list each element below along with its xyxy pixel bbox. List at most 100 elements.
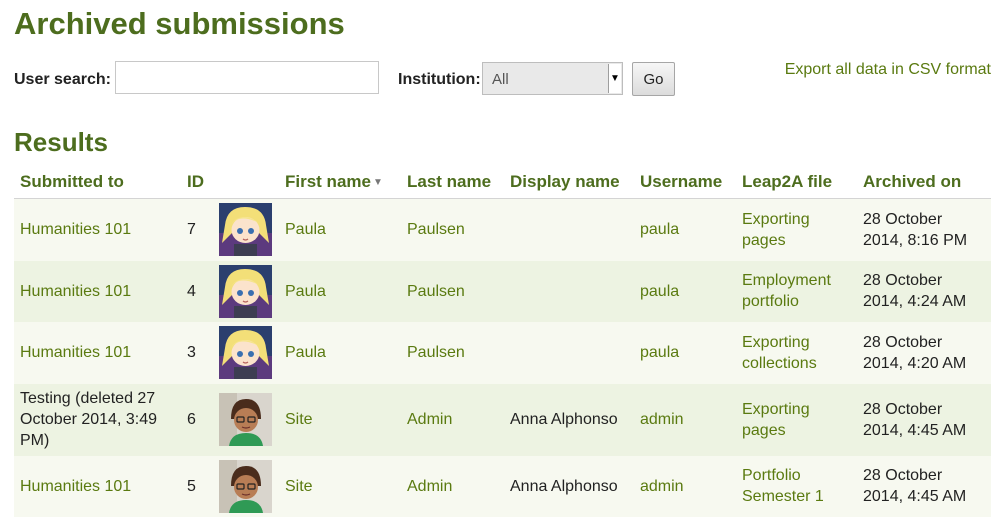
submitted-to-link[interactable]: Humanities 101 <box>20 478 131 495</box>
last-name-link[interactable]: Paulsen <box>407 221 465 238</box>
avatar-paula-icon <box>219 326 272 379</box>
cell-avatar <box>213 321 279 384</box>
col-first-name[interactable]: First name ▼ <box>279 164 401 199</box>
col-display-name[interactable]: Display name <box>504 164 634 199</box>
sort-down-icon: ▼ <box>372 176 383 188</box>
avatar-admin-icon <box>219 459 272 513</box>
last-name-link[interactable]: Admin <box>407 478 452 495</box>
cell-archived-on: 28 October 2014, 8:16 PM <box>857 198 991 261</box>
cell-username: admin <box>634 455 736 517</box>
col-first-name-label: First name <box>285 171 371 191</box>
cell-username: paula <box>634 260 736 322</box>
cell-first-name: Paula <box>279 198 401 261</box>
cell-username: paula <box>634 321 736 384</box>
user-search-label: User search: <box>14 71 111 88</box>
cell-leap2a-file: Employment portfolio <box>736 260 857 322</box>
cell-display-name <box>504 260 634 322</box>
user-search-input[interactable] <box>115 61 379 94</box>
cell-id: 5 <box>181 455 213 517</box>
submitted-to-link[interactable]: Humanities 101 <box>20 344 131 361</box>
leap2a-file-link[interactable]: Employment portfolio <box>742 272 831 310</box>
submitted-to-text: Testing (deleted 27 October 2014, 3:49 P… <box>20 390 157 449</box>
cell-submitted-to: Humanities 101 <box>14 455 181 517</box>
cell-display-name: Anna Alphonso <box>504 383 634 456</box>
submitted-to-link[interactable]: Humanities 101 <box>20 283 131 300</box>
page-title: Archived submissions <box>14 6 345 41</box>
institution-select-value: All <box>492 71 509 88</box>
leap2a-file-link[interactable]: Exporting pages <box>742 211 810 249</box>
cell-archived-on: 28 October 2014, 4:24 AM <box>857 260 991 322</box>
cell-id: 7 <box>181 198 213 261</box>
last-name-link[interactable]: Paulsen <box>407 344 465 361</box>
cell-display-name <box>504 198 634 261</box>
cell-leap2a-file: Exporting pages <box>736 383 857 456</box>
col-username[interactable]: Username <box>634 164 736 199</box>
results-title: Results <box>14 127 108 157</box>
table-row: Testing (deleted 27 October 2014, 3:49 P… <box>14 383 991 456</box>
cell-submitted-to: Humanities 101 <box>14 260 181 322</box>
institution-select[interactable]: All ▼ <box>482 62 623 95</box>
col-submitted-to[interactable]: Submitted to <box>14 164 181 199</box>
first-name-link[interactable]: Paula <box>285 221 326 238</box>
first-name-link[interactable]: Site <box>285 478 313 495</box>
chevron-down-icon: ▼ <box>608 64 621 93</box>
table-row: Humanities 101 5 Site Admin Anna Alphonso adm… <box>14 455 991 517</box>
cell-last-name: Paulsen <box>401 321 504 384</box>
col-leap2a-file[interactable]: Leap2A file <box>736 164 857 199</box>
last-name-link[interactable]: Admin <box>407 411 452 428</box>
avatar-admin-icon <box>219 393 272 446</box>
username-link[interactable]: paula <box>640 344 679 361</box>
table-row: Humanities 101 7 Paula Paulsen paula Exportin… <box>14 198 991 261</box>
header-row: Submitted to ID First name ▼ Last name Di… <box>14 164 991 199</box>
leap2a-file-link[interactable]: Exporting pages <box>742 401 810 439</box>
table-row: Humanities 101 4 Paula Paulsen paula Employme… <box>14 260 991 322</box>
first-name-link[interactable]: Paula <box>285 283 326 300</box>
username-link[interactable]: admin <box>640 478 684 495</box>
cell-last-name: Paulsen <box>401 260 504 322</box>
cell-last-name: Paulsen <box>401 198 504 261</box>
first-name-link[interactable]: Site <box>285 411 313 428</box>
last-name-link[interactable]: Paulsen <box>407 283 465 300</box>
cell-submitted-to: Humanities 101 <box>14 321 181 384</box>
cell-submitted-to: Humanities 101 <box>14 198 181 261</box>
cell-avatar <box>213 455 279 517</box>
leap2a-file-link[interactable]: Portfolio Semester 1 <box>742 467 824 505</box>
cell-first-name: Paula <box>279 260 401 322</box>
col-id[interactable]: ID <box>181 164 213 199</box>
cell-first-name: Paula <box>279 321 401 384</box>
cell-leap2a-file: Exporting pages <box>736 198 857 261</box>
cell-leap2a-file: Portfolio Semester 1 <box>736 455 857 517</box>
cell-archived-on: 28 October 2014, 4:20 AM <box>857 321 991 384</box>
cell-id: 6 <box>181 383 213 456</box>
cell-avatar <box>213 198 279 261</box>
username-link[interactable]: paula <box>640 221 679 238</box>
cell-first-name: Site <box>279 455 401 517</box>
leap2a-file-link[interactable]: Exporting collections <box>742 334 817 372</box>
cell-archived-on: 28 October 2014, 4:45 AM <box>857 383 991 456</box>
col-archived-on[interactable]: Archived on <box>857 164 991 199</box>
cell-display-name: Anna Alphonso <box>504 455 634 517</box>
submitted-to-link[interactable]: Humanities 101 <box>20 221 131 238</box>
cell-last-name: Admin <box>401 455 504 517</box>
go-button[interactable]: Go <box>632 62 675 96</box>
col-last-name[interactable]: Last name <box>401 164 504 199</box>
cell-id: 3 <box>181 321 213 384</box>
username-link[interactable]: admin <box>640 411 684 428</box>
export-csv-link[interactable]: Export all data in CSV format <box>785 61 991 79</box>
cell-archived-on: 28 October 2014, 4:45 AM <box>857 455 991 517</box>
avatar-paula-icon <box>219 264 272 318</box>
first-name-link[interactable]: Paula <box>285 344 326 361</box>
col-avatar <box>213 164 279 199</box>
table-row: Humanities 101 3 Paula Paulsen paula Exportin… <box>14 321 991 384</box>
cell-submitted-to: Testing (deleted 27 October 2014, 3:49 P… <box>14 383 181 456</box>
results-table: Submitted to ID First name ▼ Last name Di… <box>14 164 991 517</box>
cell-id: 4 <box>181 260 213 322</box>
cell-display-name <box>504 321 634 384</box>
cell-last-name: Admin <box>401 383 504 456</box>
cell-first-name: Site <box>279 383 401 456</box>
cell-avatar <box>213 383 279 456</box>
institution-label: Institution: <box>398 71 481 88</box>
username-link[interactable]: paula <box>640 283 679 300</box>
cell-username: paula <box>634 198 736 261</box>
cell-leap2a-file: Exporting collections <box>736 321 857 384</box>
